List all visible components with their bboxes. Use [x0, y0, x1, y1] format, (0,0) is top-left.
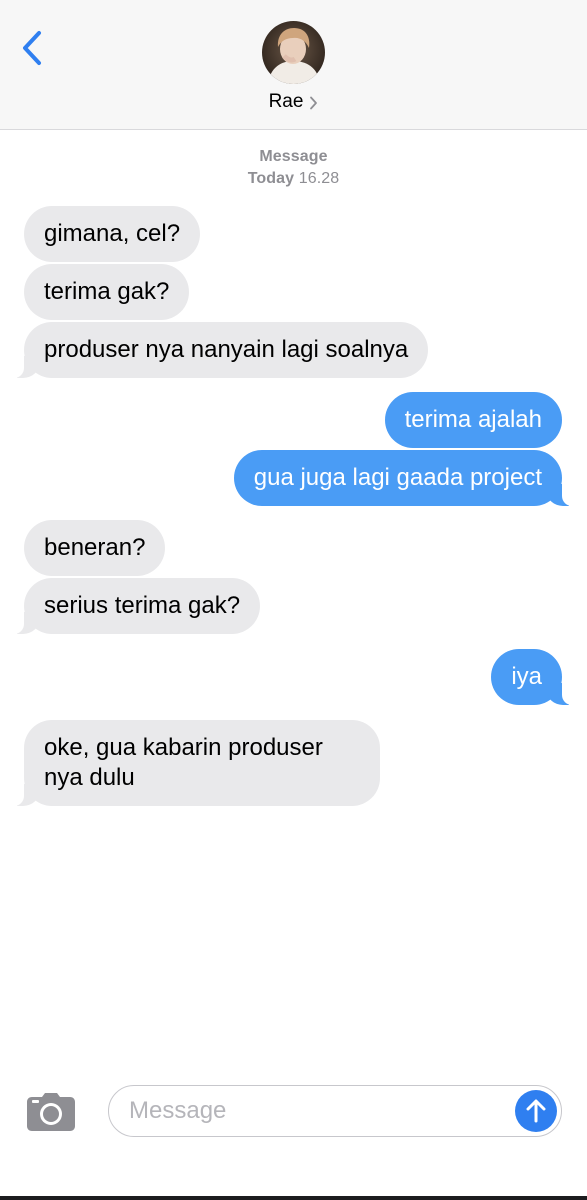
message-text: produser nya nanyain lagi soalnya	[44, 336, 409, 363]
message-timestamp: Today 16.28	[0, 170, 587, 188]
avatar[interactable]	[262, 21, 325, 84]
chevron-right-icon	[309, 96, 318, 110]
service-label: Message	[259, 148, 328, 165]
received-message-bubble[interactable]: gimana, cel?	[24, 206, 201, 262]
message-text: terima gak?	[44, 278, 170, 305]
send-button[interactable]	[515, 1090, 557, 1132]
received-message-bubble[interactable]: beneran?	[24, 520, 166, 576]
message-text: iya	[511, 663, 542, 690]
timestamp-day: Today	[247, 170, 295, 187]
received-message-bubble[interactable]: oke, gua kabarin produser nya dulu	[12, 720, 380, 806]
message-input[interactable]	[129, 1086, 499, 1136]
arrow-up-icon	[526, 1099, 546, 1123]
received-message-bubble[interactable]: serius terima gak?	[11, 578, 261, 634]
message-text: beneran?	[44, 534, 146, 561]
camera-icon	[27, 1093, 75, 1131]
message-text: gua juga lagi gaada project	[253, 464, 542, 491]
chevron-left-icon	[23, 31, 41, 65]
received-message-bubble[interactable]: terima gak?	[24, 264, 190, 320]
message-text: serius terima gak?	[44, 592, 241, 619]
camera-button[interactable]	[26, 1093, 76, 1131]
received-message-bubble[interactable]: produser nya nanyain lagi soalnya	[11, 322, 429, 378]
message-text: terima ajalah	[404, 406, 542, 433]
sent-message-bubble[interactable]: iya	[491, 649, 574, 705]
sent-message-bubble[interactable]: terima ajalah	[384, 392, 562, 448]
timestamp-time: 16.28	[298, 170, 340, 187]
messages-screen: Rae Message Today 16.28 gimana, cel? ter…	[0, 0, 587, 1200]
contact-name: Rae	[268, 91, 304, 112]
message-text: oke, gua kabarin produser nya dulu	[44, 734, 323, 791]
message-composer	[108, 1085, 562, 1137]
message-text: gimana, cel?	[44, 220, 181, 247]
contact-info-button[interactable]: Rae	[0, 88, 587, 116]
screen-edge	[0, 1196, 587, 1200]
conversation-header: Rae	[0, 0, 587, 130]
sent-message-bubble[interactable]: gua juga lagi gaada project	[233, 450, 575, 506]
back-button[interactable]	[14, 26, 50, 70]
